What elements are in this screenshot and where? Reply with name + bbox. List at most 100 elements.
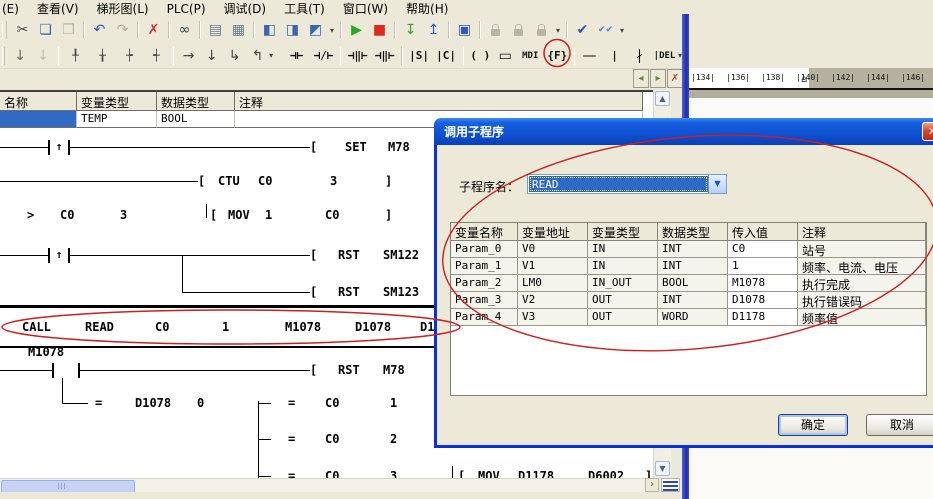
param-cell: OUT bbox=[588, 292, 658, 309]
insert-network-icon[interactable]: ↓ bbox=[9, 45, 32, 67]
stop-icon[interactable]: ■ bbox=[368, 19, 391, 41]
cut-icon[interactable]: ✂ bbox=[11, 19, 34, 41]
dropdown-arrow-icon[interactable]: ▾ bbox=[327, 26, 337, 35]
delete-line-icon[interactable]: ∤ bbox=[628, 45, 651, 67]
ladder-contact[interactable]: ↑ bbox=[48, 248, 70, 263]
find-icon[interactable]: ∞ bbox=[173, 19, 196, 41]
menu-item-3[interactable]: PLC(P) bbox=[158, 1, 215, 17]
dialog-body: 子程序名： READ ▼ 变量名称变量地址变量类型数据类型传入值注释 Param… bbox=[434, 145, 933, 448]
nav-close-icon[interactable]: ✗ bbox=[667, 69, 683, 88]
upload-icon[interactable]: ↥ bbox=[422, 19, 445, 41]
window-layout-3-icon[interactable]: ◩ bbox=[304, 19, 327, 41]
contact-negative-icon[interactable]: ⊣‖⊢ bbox=[371, 45, 398, 67]
lock-open-icon[interactable] bbox=[507, 19, 530, 41]
ladder-horizontal-scrollbar[interactable] bbox=[0, 478, 645, 493]
menu-item-1[interactable]: 查看(V) bbox=[28, 1, 88, 17]
contact-no-icon[interactable]: ⊣⊢ bbox=[283, 45, 310, 67]
next-pane-icon[interactable]: › bbox=[645, 478, 659, 492]
run-icon[interactable]: ▶ bbox=[345, 19, 368, 41]
window-layout-2-icon[interactable]: ◨ bbox=[281, 19, 304, 41]
param-cell: BOOL bbox=[658, 275, 728, 292]
line-down-icon[interactable]: ↓ bbox=[200, 45, 223, 67]
ladder-wire bbox=[259, 476, 271, 477]
contact-positive-icon[interactable]: ⊣‖⊢ bbox=[344, 45, 371, 67]
line-corner-down-icon[interactable]: ↳ bbox=[223, 45, 246, 67]
menu-item-7[interactable]: 帮助(H) bbox=[397, 1, 457, 17]
var-table-header-datatype: 数据类型 bbox=[157, 92, 235, 111]
ruler-tick: |136| bbox=[726, 73, 750, 82]
ruler-tick: |134| bbox=[691, 73, 715, 82]
del-line-icon[interactable]: |DEL bbox=[651, 45, 678, 67]
contact-nc-icon[interactable]: ⊣/⊢ bbox=[310, 45, 337, 67]
subroutine-selected-value[interactable]: READ bbox=[529, 176, 708, 192]
var-table-cell-name-selected[interactable] bbox=[0, 111, 77, 128]
coil-output-icon[interactable]: ( ) bbox=[467, 45, 494, 67]
toolbar-handle[interactable] bbox=[2, 21, 7, 39]
download-icon[interactable]: ↧ bbox=[399, 19, 422, 41]
param-table-header: 变量名称 bbox=[451, 223, 518, 241]
instruction-box-icon[interactable]: ▭ bbox=[494, 45, 517, 67]
compile-check-icon[interactable]: ✔ bbox=[571, 19, 594, 41]
vline-icon[interactable]: | bbox=[601, 45, 628, 67]
toolbar-handle[interactable] bbox=[2, 47, 5, 65]
close-icon[interactable]: ✕ bbox=[922, 122, 933, 141]
chevron-down-icon[interactable]: ▼ bbox=[708, 175, 726, 193]
scroll-up-icon[interactable]: ▲ bbox=[655, 91, 670, 106]
lock-partial-icon[interactable] bbox=[530, 19, 553, 41]
menu-item-2[interactable]: 梯形图(L) bbox=[88, 1, 158, 17]
dropdown-arrow-icon[interactable]: ▾ bbox=[553, 26, 563, 35]
lock-closed-icon[interactable] bbox=[484, 19, 507, 41]
nav-prev-icon[interactable]: ◂ bbox=[633, 69, 649, 88]
insert-row-below-icon[interactable]: ╁ bbox=[89, 45, 116, 67]
ok-button[interactable]: 确定 bbox=[778, 414, 848, 436]
ladder-token: M78 bbox=[383, 363, 405, 377]
cancel-button[interactable]: 取消 bbox=[866, 414, 933, 436]
pane-grip-icon[interactable] bbox=[661, 478, 680, 492]
insert-column-icon[interactable]: ┾ bbox=[116, 45, 143, 67]
menu-item-0[interactable]: (E) bbox=[0, 1, 28, 17]
scroll-down-icon[interactable]: ▼ bbox=[655, 461, 670, 476]
var-table-cell-datatype[interactable]: BOOL bbox=[157, 111, 235, 128]
copy-icon[interactable]: ❏ bbox=[34, 19, 57, 41]
toolbar-separator bbox=[340, 47, 341, 65]
ladder-wire bbox=[258, 401, 259, 478]
param-cell[interactable]: 1 bbox=[728, 258, 798, 275]
menu-item-6[interactable]: 窗口(W) bbox=[334, 1, 397, 17]
line-right-icon[interactable]: → bbox=[177, 45, 200, 67]
function-box-icon[interactable]: {F} bbox=[544, 45, 571, 67]
compile-all-check-icon[interactable]: ✔✔ bbox=[594, 19, 617, 41]
monitor-icon[interactable]: ▣ bbox=[453, 19, 476, 41]
menu-item-4[interactable]: 调试(D) bbox=[215, 1, 276, 17]
print-preview-icon[interactable]: ▤ bbox=[204, 19, 227, 41]
window-layout-1-icon[interactable]: ◧ bbox=[258, 19, 281, 41]
toolbar-separator bbox=[137, 21, 139, 39]
param-cell: INT bbox=[658, 292, 728, 309]
menu-item-5[interactable]: 工具(T) bbox=[275, 1, 334, 17]
call-subroutine-dialog: 调用子程序 ✕ 子程序名： READ ▼ 变量名称变量地址变量类型数据类型传入值… bbox=[434, 118, 933, 448]
hline-icon[interactable]: — bbox=[578, 45, 601, 67]
var-table-cell-vartype[interactable]: TEMP bbox=[77, 111, 157, 128]
delete-column-icon[interactable]: ┽ bbox=[143, 45, 170, 67]
ladder-wire bbox=[0, 255, 310, 256]
param-cell[interactable]: M1078 bbox=[728, 275, 798, 292]
paste-icon[interactable]: ❐ bbox=[57, 19, 80, 41]
param-cell[interactable]: D1178 bbox=[728, 309, 798, 326]
mdi-icon[interactable]: MDI bbox=[517, 45, 544, 67]
redo-icon[interactable]: ↷ bbox=[111, 19, 134, 41]
param-cell[interactable]: D1078 bbox=[728, 292, 798, 309]
ladder-contact[interactable] bbox=[52, 363, 80, 378]
delete-icon[interactable]: ✗ bbox=[142, 19, 165, 41]
print-icon[interactable]: ▦ bbox=[227, 19, 250, 41]
insert-row-above-icon[interactable]: ╀ bbox=[62, 45, 89, 67]
insert-network-hollow-icon[interactable]: ↓ bbox=[32, 45, 55, 67]
coil-set-icon[interactable]: |S| bbox=[406, 45, 433, 67]
ladder-contact[interactable]: ↑ bbox=[48, 140, 70, 155]
nav-next-icon[interactable]: ▸ bbox=[650, 69, 666, 88]
line-corner-up-icon[interactable]: ↰ bbox=[246, 45, 269, 67]
param-cell[interactable]: C0 bbox=[728, 241, 798, 258]
subroutine-select[interactable]: READ ▼ bbox=[527, 174, 727, 194]
undo-icon[interactable]: ↶ bbox=[88, 19, 111, 41]
toolbar-separator bbox=[58, 47, 59, 65]
coil-reset-icon[interactable]: |C| bbox=[433, 45, 460, 67]
dropdown-arrow-icon[interactable]: ▾ bbox=[617, 26, 627, 35]
